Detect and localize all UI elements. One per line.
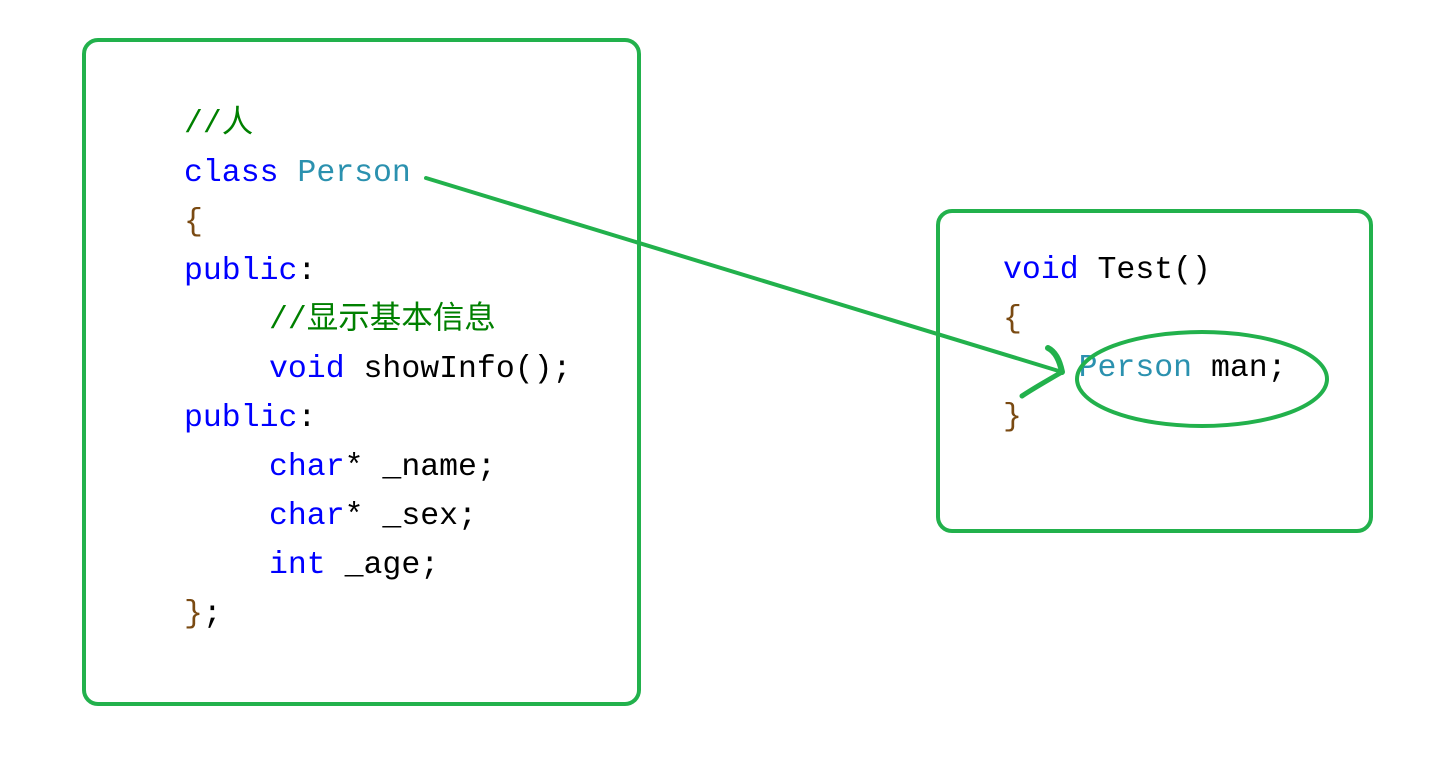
arrow-head-lower xyxy=(1019,369,1065,399)
annotation-layer xyxy=(424,176,1329,428)
highlight-ellipse xyxy=(1075,330,1329,428)
arrow-line xyxy=(424,176,1064,374)
